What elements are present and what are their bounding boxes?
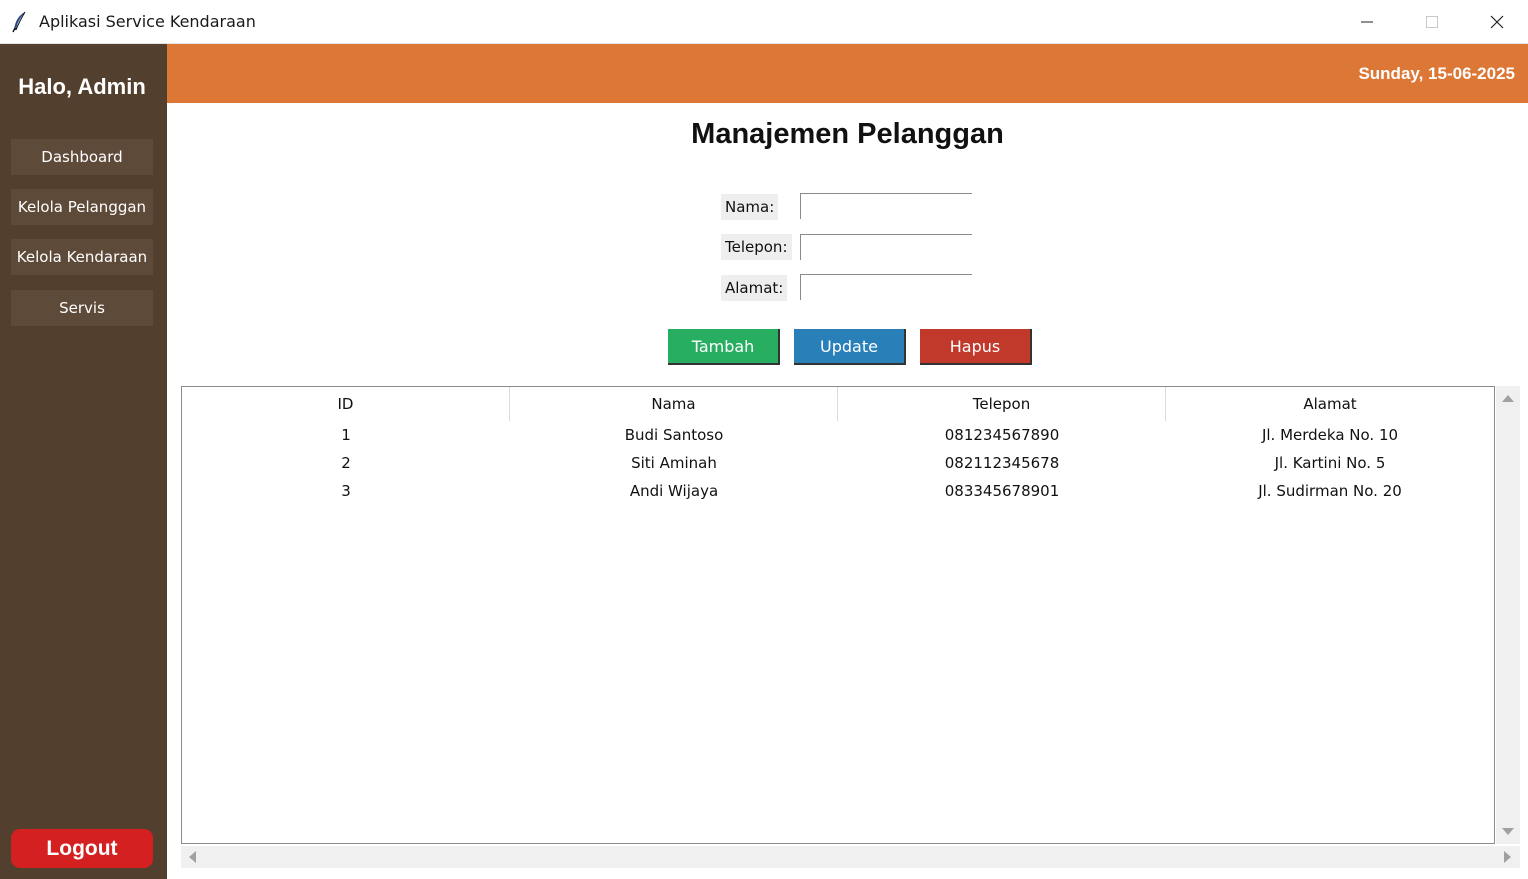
sidebar-item-dashboard[interactable]: Dashboard <box>11 139 153 175</box>
scroll-left-icon[interactable] <box>188 851 196 863</box>
current-date: Sunday, 15-06-2025 <box>1358 64 1515 83</box>
column-header-id[interactable]: ID <box>182 387 510 421</box>
page-title: Manajemen Pelanggan <box>691 118 1004 150</box>
greeting: Halo, Admin <box>18 74 146 99</box>
sidebar: Halo, Admin Dashboard Kelola Pelanggan K… <box>0 44 167 879</box>
cell-telepon: 082112345678 <box>944 454 1060 472</box>
cell-id: 1 <box>341 426 351 444</box>
table-row[interactable]: 2 Siti Aminah 082112345678 Jl. Kartini N… <box>182 449 1494 477</box>
window-title: Aplikasi Service Kendaraan <box>39 12 256 31</box>
table-row[interactable]: 3 Andi Wijaya 083345678901 Jl. Sudirman … <box>182 477 1494 505</box>
customer-table: ID Nama Telepon Alamat 1 Budi Santoso 08… <box>181 386 1495 844</box>
close-icon <box>1490 15 1504 29</box>
maximize-button[interactable] <box>1401 0 1463 44</box>
horizontal-scrollbar[interactable] <box>181 846 1520 868</box>
minimize-button[interactable] <box>1336 0 1398 44</box>
sidebar-item-servis[interactable]: Servis <box>11 290 153 326</box>
close-button[interactable] <box>1466 0 1528 44</box>
sidebar-item-kelola-pelanggan[interactable]: Kelola Pelanggan <box>11 189 153 225</box>
cell-telepon: 083345678901 <box>944 482 1060 500</box>
cell-telepon: 081234567890 <box>944 426 1060 444</box>
alamat-label: Alamat: <box>721 275 788 301</box>
cell-alamat: Jl. Merdeka No. 10 <box>1261 426 1399 444</box>
sidebar-item-kelola-kendaraan[interactable]: Kelola Kendaraan <box>11 239 153 275</box>
cell-nama: Budi Santoso <box>624 426 724 444</box>
tambah-button[interactable]: Tambah <box>668 329 780 365</box>
telepon-label: Telepon: <box>721 234 792 260</box>
vertical-scrollbar[interactable] <box>1496 386 1520 844</box>
window-titlebar: Aplikasi Service Kendaraan <box>0 0 1528 44</box>
minimize-icon <box>1361 21 1373 23</box>
maximize-icon <box>1426 16 1438 28</box>
update-button[interactable]: Update <box>794 329 906 365</box>
header-bar: Sunday, 15-06-2025 <box>167 44 1528 103</box>
column-header-telepon[interactable]: Telepon <box>838 387 1166 421</box>
cell-alamat: Jl. Sudirman No. 20 <box>1258 482 1402 500</box>
cell-id: 3 <box>341 482 351 500</box>
logout-button[interactable]: Logout <box>11 829 153 868</box>
hapus-button[interactable]: Hapus <box>920 329 1032 365</box>
column-header-alamat[interactable]: Alamat <box>1166 387 1494 421</box>
scroll-down-icon[interactable] <box>1502 828 1514 836</box>
scroll-right-icon[interactable] <box>1504 851 1512 863</box>
alamat-input[interactable] <box>800 274 972 300</box>
cell-alamat: Jl. Kartini No. 5 <box>1274 454 1386 472</box>
feather-icon <box>10 11 30 33</box>
table-header: ID Nama Telepon Alamat <box>182 387 1494 421</box>
table-row[interactable]: 1 Budi Santoso 081234567890 Jl. Merdeka … <box>182 421 1494 449</box>
cell-id: 2 <box>341 454 351 472</box>
nama-label: Nama: <box>721 194 779 220</box>
cell-nama: Andi Wijaya <box>629 482 719 500</box>
cell-nama: Siti Aminah <box>631 454 717 472</box>
column-header-nama[interactable]: Nama <box>510 387 838 421</box>
telepon-input[interactable] <box>800 234 972 260</box>
scroll-up-icon[interactable] <box>1502 394 1514 402</box>
nama-input[interactable] <box>800 193 972 219</box>
